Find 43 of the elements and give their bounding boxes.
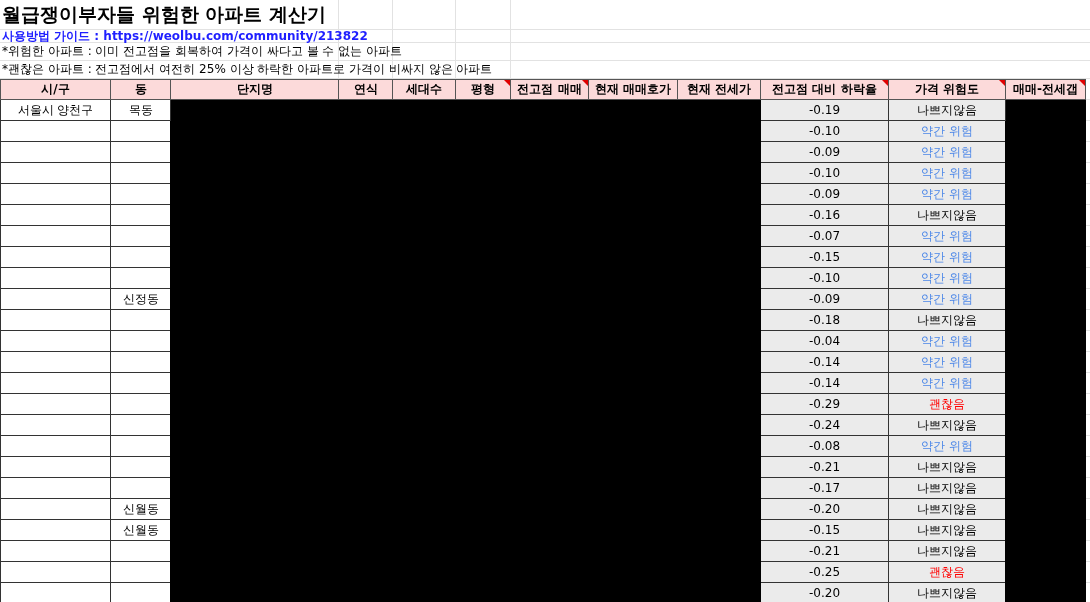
- risk-label: 나쁘지않음: [917, 417, 977, 432]
- note-text: *괜찮은 아파트 : 전고점에서 여전히 25% 이상 하락한 아파트로 가격이 비싸지 않은 아파트: [2, 61, 493, 78]
- risk-label: 약간 위험: [921, 270, 973, 285]
- risk-label: 약간 위험: [921, 249, 973, 264]
- risk-label: 괜찮음: [929, 396, 965, 411]
- risk-label: 약간 위험: [921, 375, 973, 390]
- risk-label: 약간 위험: [921, 354, 973, 369]
- risk-label: 약간 위험: [921, 438, 973, 453]
- column-header: 세대수: [392, 79, 456, 100]
- column-header: 동: [110, 79, 171, 100]
- risk-label: 나쁘지않음: [917, 480, 977, 495]
- risk-label: 약간 위험: [921, 228, 973, 243]
- column-header: 연식: [338, 79, 393, 100]
- column-header: 시/구: [0, 79, 111, 100]
- risk-label: 나쁘지않음: [917, 207, 977, 222]
- column-header: 현재 매매호가: [588, 79, 678, 100]
- risk-label: 약간 위험: [921, 123, 973, 138]
- risk-label: 약간 위험: [921, 186, 973, 201]
- guide-link[interactable]: 사용방법 가이드 : https://weolbu.com/community/213822: [2, 30, 368, 42]
- column-header: 매매-전세갭: [1005, 79, 1086, 100]
- risk-label: 약간 위험: [921, 165, 973, 180]
- table-cell: 목동: [110, 99, 171, 121]
- risk-label: 약간 위험: [921, 144, 973, 159]
- column-header: 전고점 대비 하락율: [760, 79, 889, 100]
- risk-label: 나쁘지않음: [917, 501, 977, 516]
- risk-label: 나쁘지않음: [917, 102, 977, 117]
- sheet-title: 월급쟁이부자들 위험한 아파트 계산기: [2, 1, 326, 27]
- table-cell: 서울시 양천구: [0, 99, 111, 121]
- column-header: 전고점 매매: [510, 79, 589, 100]
- column-header: 평형: [455, 79, 511, 100]
- risk-label: 나쁘지않음: [917, 543, 977, 558]
- risk-label: 약간 위험: [921, 291, 973, 306]
- risk-label: 나쁘지않음: [917, 585, 977, 600]
- risk-label: 나쁘지않음: [917, 459, 977, 474]
- column-header: 현재 전세가: [677, 79, 761, 100]
- risk-label: 괜찮음: [929, 564, 965, 579]
- note-text: *위험한 아파트 : 이미 전고점을 회복하여 가격이 싸다고 볼 수 없는 아파트: [2, 43, 402, 60]
- risk-label: 나쁘지않음: [917, 312, 977, 327]
- risk-label: 나쁘지않음: [917, 522, 977, 537]
- risk-label: 약간 위험: [921, 333, 973, 348]
- column-header: 단지명: [170, 79, 339, 100]
- comment-marker-icon: [1079, 80, 1085, 86]
- column-header: 가격 위험도: [888, 79, 1006, 100]
